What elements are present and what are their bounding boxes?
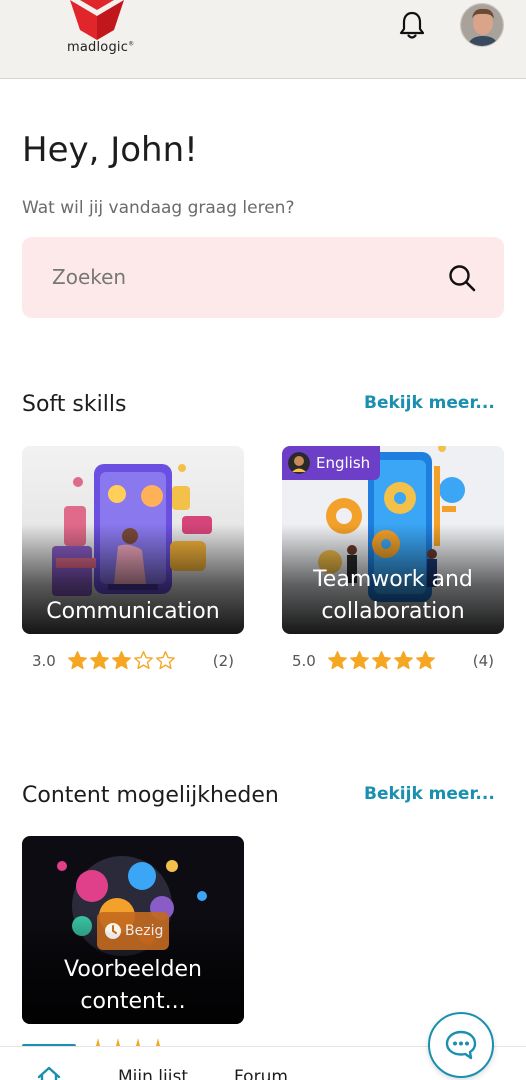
section-title-content: Content mogelijkheden [22,783,279,808]
language-flag-icon [288,452,310,474]
madlogic-logo[interactable]: madlogic® [60,0,140,60]
star-icon [136,1038,140,1046]
star-filled-icon [112,651,131,670]
logo-wordmark: madlogic® [67,40,135,55]
star-filled-icon [328,651,347,670]
page-title: Hey, John! [22,130,198,170]
page-subtitle: Wat wil jij vandaag graag leren? [22,198,295,218]
star-empty-icon [134,651,153,670]
course-card-communication[interactable]: Communication [22,446,244,634]
clock-icon [105,923,121,939]
nav-item-forum[interactable]: Forum [234,1067,288,1080]
status-label: Bezig [125,923,164,939]
star-icon [116,1038,120,1046]
rating-score: 5.0 [292,652,316,670]
star-filled-icon [350,651,369,670]
status-badge: Bezig [97,912,169,950]
avatar[interactable] [460,3,504,47]
card-title: Communication [46,599,220,624]
rating-count: (4) [472,652,494,670]
language-badge-label: English [316,454,371,472]
bell-icon[interactable] [398,10,426,40]
top-bar: madlogic® [0,0,526,79]
view-more-soft-skills-link[interactable]: Bekijk meer... [364,393,495,413]
search-bar[interactable] [22,237,504,318]
star-filled-icon [416,651,435,670]
view-more-content-link[interactable]: Bekijk meer... [364,784,495,804]
card-title: Teamwork and collaboration [313,567,473,624]
search-input[interactable] [52,259,432,295]
rating-row-teamwork: 5.0 (4) [282,650,504,672]
star-filled-icon [90,651,109,670]
star-filled-icon [68,651,87,670]
chat-button[interactable] [428,1012,494,1078]
star-rating [327,650,436,671]
language-badge: English [282,446,381,480]
home-icon[interactable] [36,1065,62,1080]
star-filled-icon [394,651,413,670]
section-title-soft-skills: Soft skills [22,392,127,417]
rating-count: (2) [212,652,234,670]
rating-score: 3.0 [32,652,56,670]
nav-item-my-list[interactable]: Mijn lijst [118,1067,188,1080]
avatar-photo [461,4,503,46]
star-icon [96,1038,100,1046]
search-icon[interactable] [447,263,477,293]
star-rating [67,650,176,671]
course-card-examples[interactable]: Bezig Voorbeelden content... [22,836,244,1024]
chat-bubble-icon [445,1030,477,1060]
star-empty-icon [156,651,175,670]
course-card-teamwork[interactable]: English Teamwork and collaboration [282,446,504,634]
star-rating-partial [92,1038,164,1046]
logo-mark-icon [70,0,124,40]
rating-row-communication: 3.0 (2) [22,650,244,672]
star-filled-icon [372,651,391,670]
card-title: Voorbeelden content... [64,957,202,1014]
star-icon [156,1038,160,1046]
